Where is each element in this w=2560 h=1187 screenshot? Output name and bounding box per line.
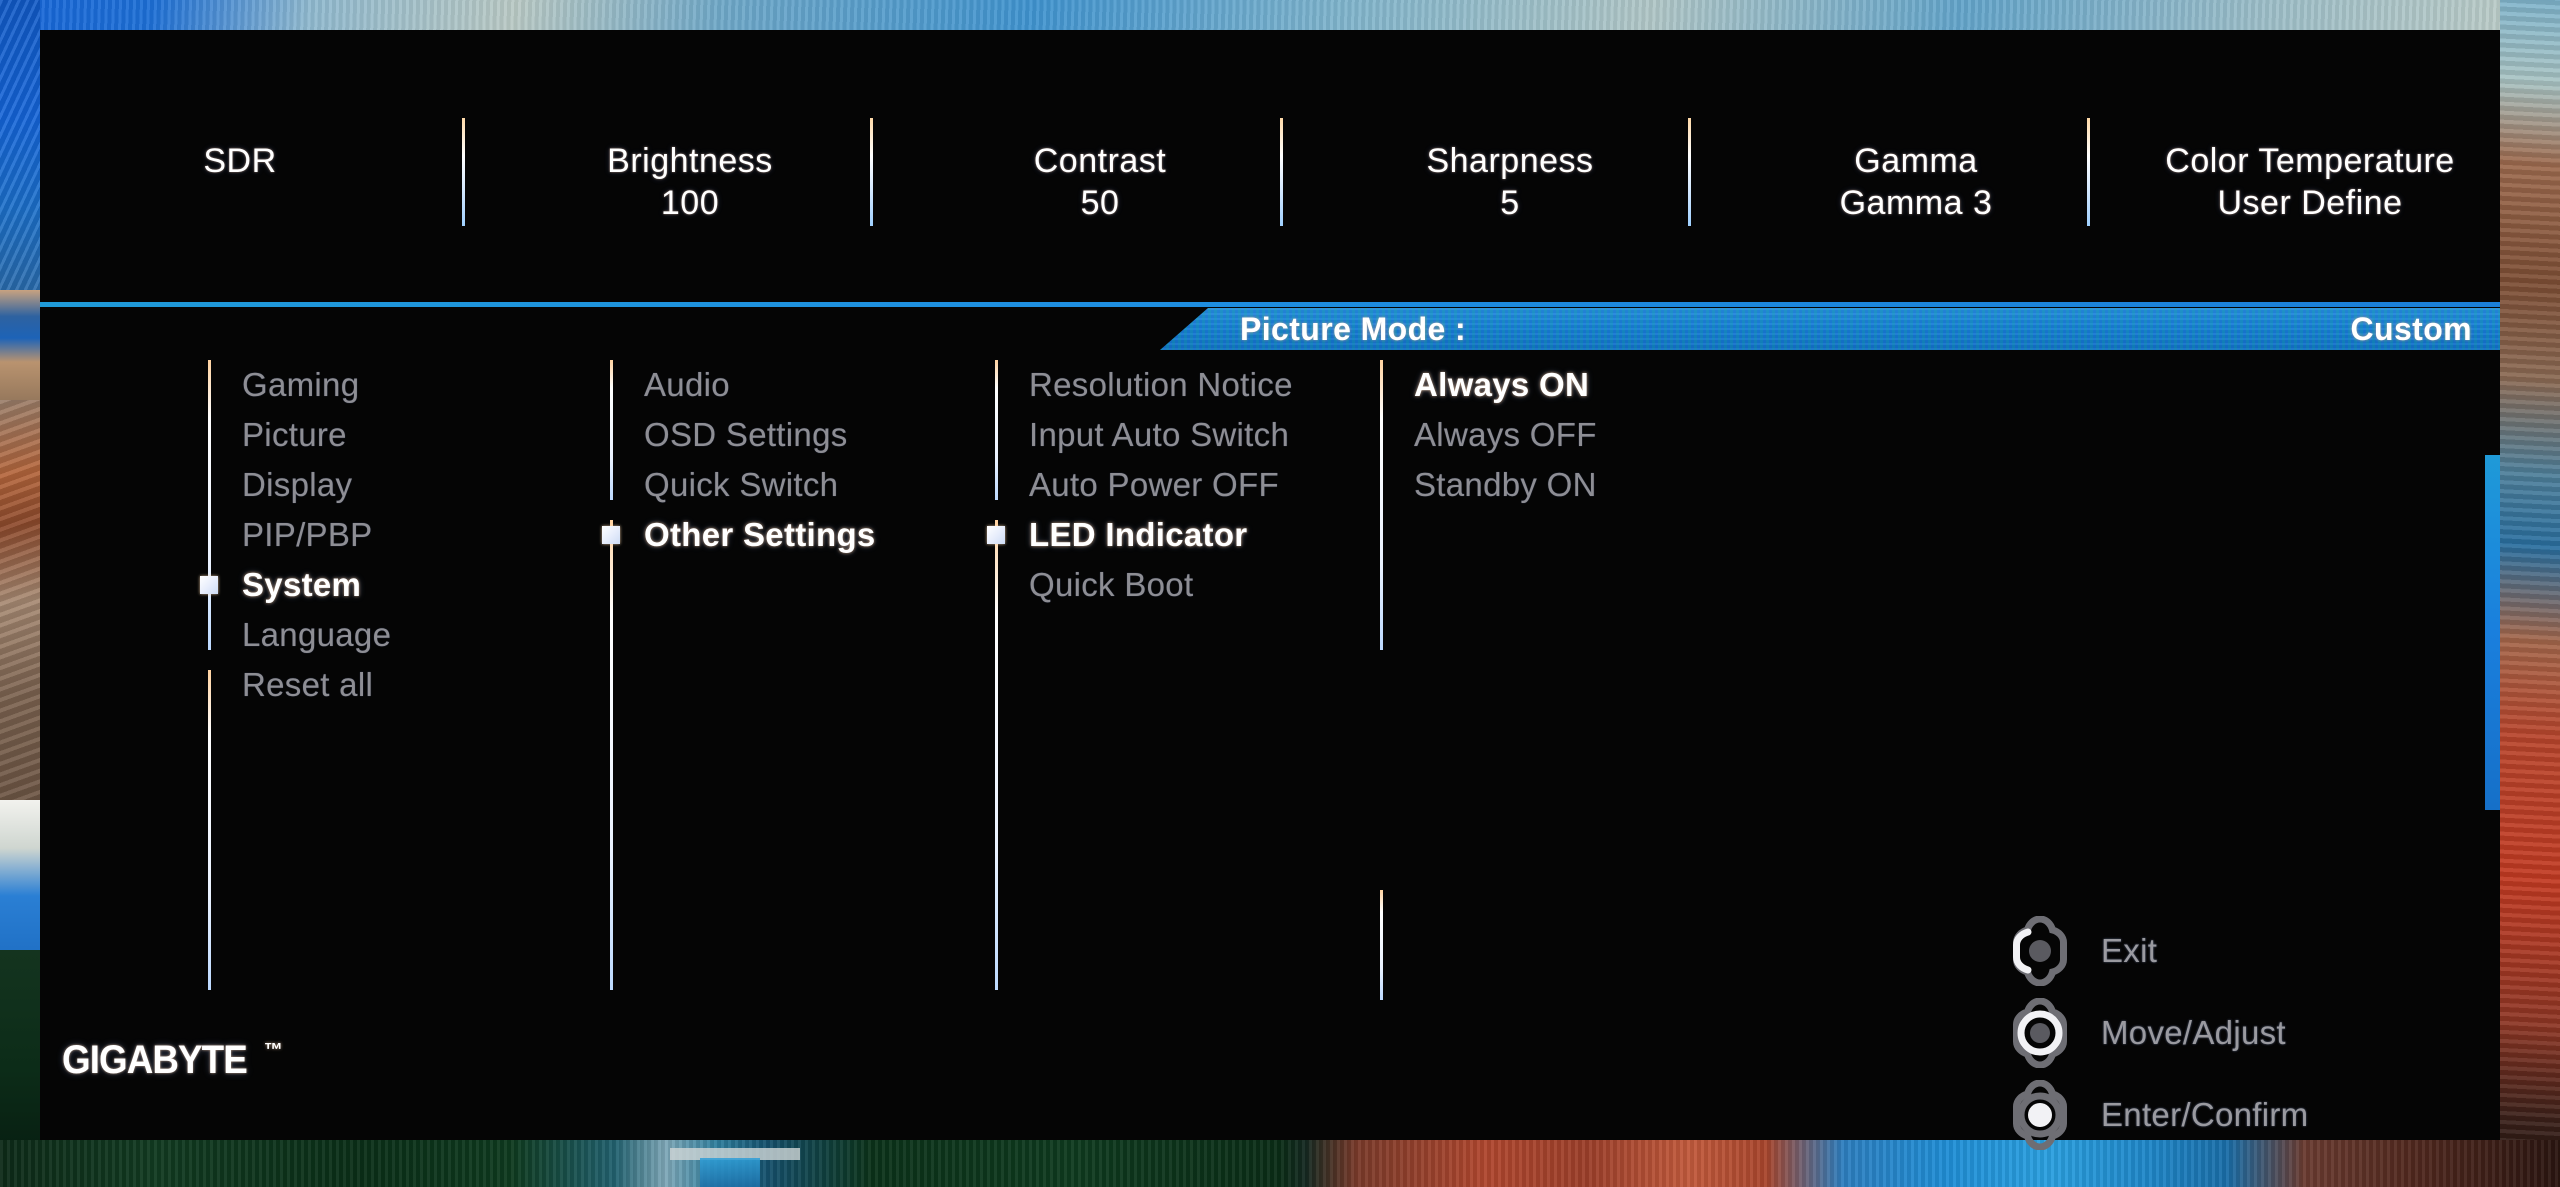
option-standby-on[interactable]: Standby ON — [1380, 460, 1597, 510]
selection-marker-icon — [987, 526, 1005, 544]
background-boat-hull — [700, 1158, 760, 1187]
menu-item-audio[interactable]: Audio — [610, 360, 730, 410]
menu-item-auto-power-off[interactable]: Auto Power OFF — [995, 460, 1279, 510]
option-always-on[interactable]: Always ON — [1380, 360, 1589, 410]
gigabyte-logo: GIGABYTE ™ — [62, 1038, 283, 1083]
menu-column4-rule-lower — [1380, 890, 1383, 1000]
menu-item-resolution-notice[interactable]: Resolution Notice — [995, 360, 1293, 410]
header-value-gamma: Gamma 3 — [1839, 184, 1993, 222]
menu-item-led-indicator-label: LED Indicator — [1029, 516, 1248, 553]
header-item-color-temperature: Color Temperature User Define — [2140, 140, 2480, 224]
hint-enter-confirm[interactable]: Enter/Confirm — [2005, 1074, 2308, 1156]
hint-exit[interactable]: Exit — [2005, 910, 2308, 992]
menu-item-gaming[interactable]: Gaming — [208, 360, 359, 410]
header-label-color-temperature: Color Temperature — [2165, 142, 2455, 180]
hint-exit-label: Exit — [2101, 932, 2158, 969]
header-divider-2 — [870, 118, 873, 226]
joystick-left-icon — [2005, 915, 2075, 987]
hint-enter-confirm-label: Enter/Confirm — [2101, 1096, 2309, 1133]
menu-item-gaming-label: Gaming — [242, 366, 360, 403]
menu-item-system[interactable]: System — [200, 560, 362, 610]
option-standby-on-label: Standby ON — [1414, 466, 1597, 503]
menu-item-other-settings-label: Other Settings — [644, 516, 876, 553]
menu-item-auto-power-off-label: Auto Power OFF — [1029, 466, 1279, 503]
menu-item-quick-boot[interactable]: Quick Boot — [995, 560, 1193, 610]
navigation-hints: Exit Move/Adjust Enter/Confirm — [2005, 910, 2308, 1156]
gigabyte-logo-wordmark: GIGABYTE — [62, 1038, 248, 1082]
menu-item-quick-switch-label: Quick Switch — [644, 466, 839, 503]
option-always-on-label: Always ON — [1414, 366, 1590, 403]
background-left-blue-texture — [0, 0, 40, 300]
osd-scrollbar[interactable] — [2485, 455, 2500, 810]
header-divider-3 — [1280, 118, 1283, 226]
menu-item-input-auto-switch-label: Input Auto Switch — [1029, 416, 1290, 453]
menu-item-audio-label: Audio — [644, 366, 730, 403]
header-label-gamma: Gamma — [1854, 142, 1978, 180]
picture-mode-label: Picture Mode : — [1240, 311, 1467, 347]
menu-item-led-indicator[interactable]: LED Indicator — [987, 510, 1248, 560]
header-item-sdr: SDR — [100, 140, 380, 182]
background-right-band-texture — [2500, 0, 2560, 1187]
menu-item-reset-all-label: Reset all — [242, 666, 374, 703]
background-left-rock-texture — [0, 400, 40, 820]
menu-item-picture[interactable]: Picture — [208, 410, 347, 460]
header-item-contrast: Contrast 50 — [950, 140, 1250, 224]
picture-mode-banner: Picture Mode : Custom — [1160, 308, 2500, 350]
selection-marker-icon — [602, 526, 620, 544]
option-always-off-label: Always OFF — [1414, 416, 1597, 453]
menu-item-language[interactable]: Language — [208, 610, 391, 660]
hint-move-adjust[interactable]: Move/Adjust — [2005, 992, 2308, 1074]
header-label-contrast: Contrast — [1033, 142, 1167, 180]
joystick-press-icon — [2005, 1079, 2075, 1151]
hint-move-adjust-label: Move/Adjust — [2101, 1014, 2286, 1051]
menu-item-language-label: Language — [242, 616, 392, 653]
menu-item-quick-boot-label: Quick Boot — [1029, 566, 1194, 603]
option-always-off[interactable]: Always OFF — [1380, 410, 1597, 460]
background-left-sand — [0, 290, 40, 410]
header-divider-5 — [2087, 118, 2090, 226]
header-separator-rule — [40, 302, 2500, 307]
osd-header-bar: SDR Brightness 100 Contrast 50 Sharpness… — [40, 30, 2500, 302]
picture-mode-value: Custom — [2350, 311, 2472, 347]
header-value-contrast: 50 — [1080, 184, 1120, 222]
menu-item-quick-switch[interactable]: Quick Switch — [610, 460, 838, 510]
trademark-symbol: ™ — [263, 1040, 283, 1061]
header-value-brightness: 100 — [660, 184, 720, 222]
menu-item-system-label: System — [242, 566, 362, 603]
menu-item-display-label: Display — [242, 466, 353, 503]
menu-item-other-settings[interactable]: Other Settings — [602, 510, 876, 560]
header-divider-1 — [462, 118, 465, 226]
menu-item-resolution-notice-label: Resolution Notice — [1029, 366, 1293, 403]
menu-item-osd-settings-label: OSD Settings — [644, 416, 848, 453]
header-item-sharpness: Sharpness 5 — [1360, 140, 1660, 224]
header-divider-4 — [1688, 118, 1691, 226]
menu-column1-rule-lower — [208, 670, 211, 990]
background-left-wall — [0, 800, 40, 960]
menu-item-display[interactable]: Display — [208, 460, 352, 510]
menu-item-input-auto-switch[interactable]: Input Auto Switch — [995, 410, 1289, 460]
header-label-sharpness: Sharpness — [1426, 142, 1594, 180]
header-label-sdr: SDR — [203, 142, 277, 180]
header-item-gamma: Gamma Gamma 3 — [1766, 140, 2066, 224]
menu-item-pip-pbp[interactable]: PIP/PBP — [208, 510, 373, 560]
menu-item-reset-all[interactable]: Reset all — [208, 660, 373, 710]
header-item-brightness: Brightness 100 — [540, 140, 840, 224]
osd-panel: SDR Brightness 100 Contrast 50 Sharpness… — [40, 30, 2500, 1151]
selection-marker-icon — [200, 576, 218, 594]
joystick-move-icon — [2005, 997, 2075, 1069]
menu-item-pip-pbp-label: PIP/PBP — [242, 516, 373, 553]
header-value-sharpness: 5 — [1500, 184, 1520, 222]
header-label-brightness: Brightness — [607, 142, 773, 180]
header-value-color-temperature: User Define — [2217, 184, 2403, 222]
menu-item-picture-label: Picture — [242, 416, 347, 453]
menu-item-osd-settings[interactable]: OSD Settings — [610, 410, 848, 460]
menu-column2-rule-lower — [610, 520, 613, 990]
